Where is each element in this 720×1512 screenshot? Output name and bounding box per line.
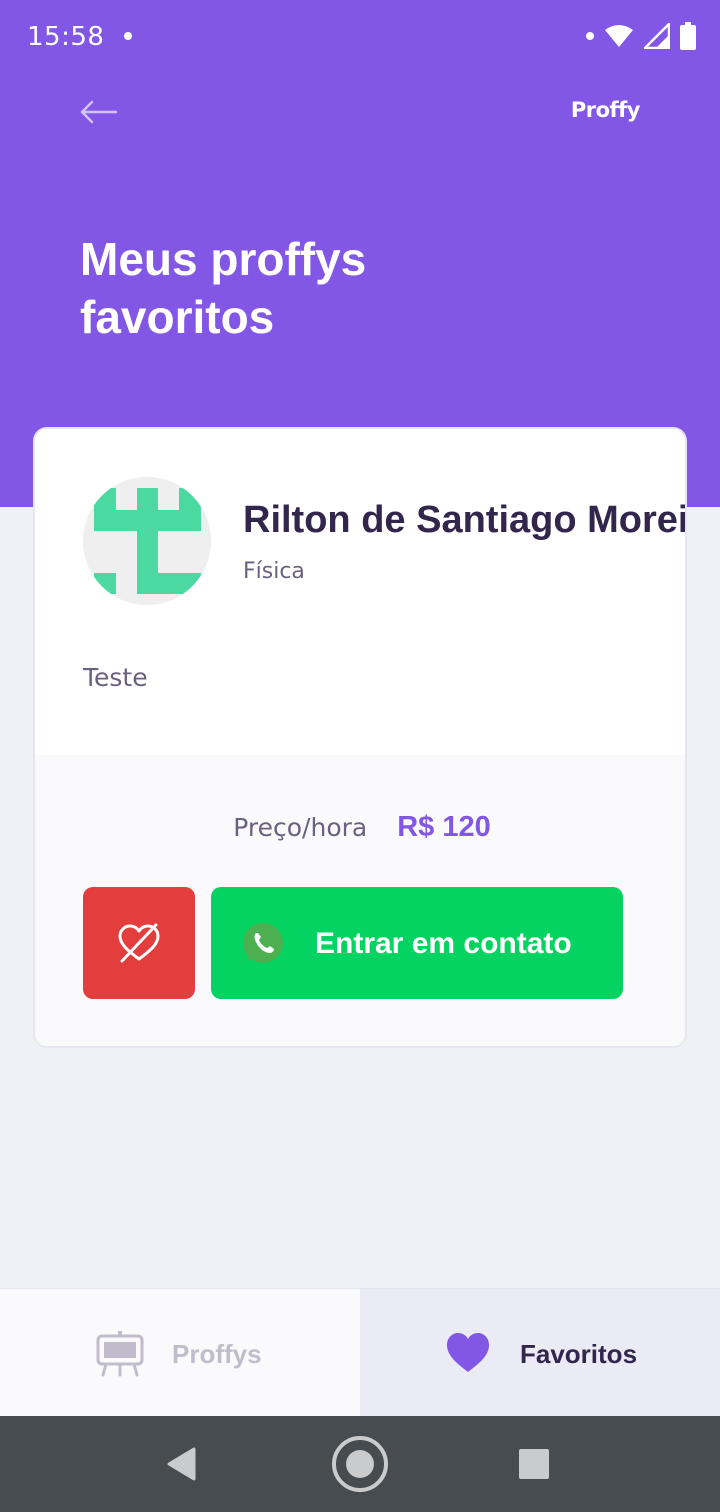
square-recents-icon bbox=[519, 1449, 549, 1479]
tab-proffys-label: Proffys bbox=[172, 1339, 262, 1369]
circle-home-icon bbox=[332, 1436, 388, 1492]
unfavorite-button[interactable] bbox=[83, 887, 195, 999]
page-title: Meus proffys favoritos bbox=[80, 233, 367, 343]
status-dot-icon bbox=[586, 32, 594, 40]
contact-button-label: Entrar em contato bbox=[315, 927, 572, 960]
signal-icon bbox=[644, 23, 670, 49]
tab-favoritos-label: Favoritos bbox=[520, 1339, 638, 1369]
nav-home-button[interactable] bbox=[326, 1416, 394, 1512]
battery-icon bbox=[680, 22, 696, 50]
nav-recents-button[interactable] bbox=[504, 1416, 564, 1512]
teacher-bio: Teste bbox=[83, 663, 148, 692]
nav-back-button[interactable] bbox=[150, 1416, 214, 1512]
whatsapp-icon bbox=[243, 923, 283, 963]
teacher-subject: Física bbox=[243, 559, 305, 584]
status-time: 15:58 bbox=[27, 22, 105, 52]
price-row: Preço/hora R$ 120 bbox=[35, 811, 685, 844]
heart-icon bbox=[447, 1333, 489, 1372]
contact-button[interactable]: Entrar em contato bbox=[211, 887, 623, 999]
teacher-name: Rilton de Santiago Moreira bbox=[243, 499, 687, 541]
identicon-image bbox=[83, 477, 211, 605]
system-nav-bar bbox=[0, 1416, 720, 1512]
easel-icon bbox=[96, 1331, 144, 1377]
notification-dot-icon bbox=[124, 32, 132, 40]
status-icons bbox=[586, 22, 696, 50]
brand-logo: Proffy bbox=[570, 98, 641, 122]
triangle-back-icon bbox=[167, 1447, 196, 1481]
tab-bar: Proffys Favoritos bbox=[0, 1288, 720, 1417]
tab-favoritos[interactable]: Favoritos bbox=[360, 1289, 720, 1417]
status-bar: 15:58 bbox=[0, 0, 720, 72]
teacher-card: Rilton de Santiago Moreira Física Teste … bbox=[33, 427, 687, 1048]
teacher-avatar bbox=[83, 477, 211, 605]
tab-proffys[interactable]: Proffys bbox=[0, 1289, 360, 1417]
price-label: Preço/hora bbox=[233, 813, 368, 842]
price-value: R$ 120 bbox=[397, 811, 491, 843]
wifi-icon bbox=[605, 25, 633, 47]
card-footer: Preço/hora R$ 120 Entrar em contato bbox=[35, 755, 685, 1046]
arrow-left-icon bbox=[80, 100, 118, 124]
heart-outline-icon bbox=[118, 923, 160, 963]
back-button[interactable] bbox=[76, 92, 120, 132]
